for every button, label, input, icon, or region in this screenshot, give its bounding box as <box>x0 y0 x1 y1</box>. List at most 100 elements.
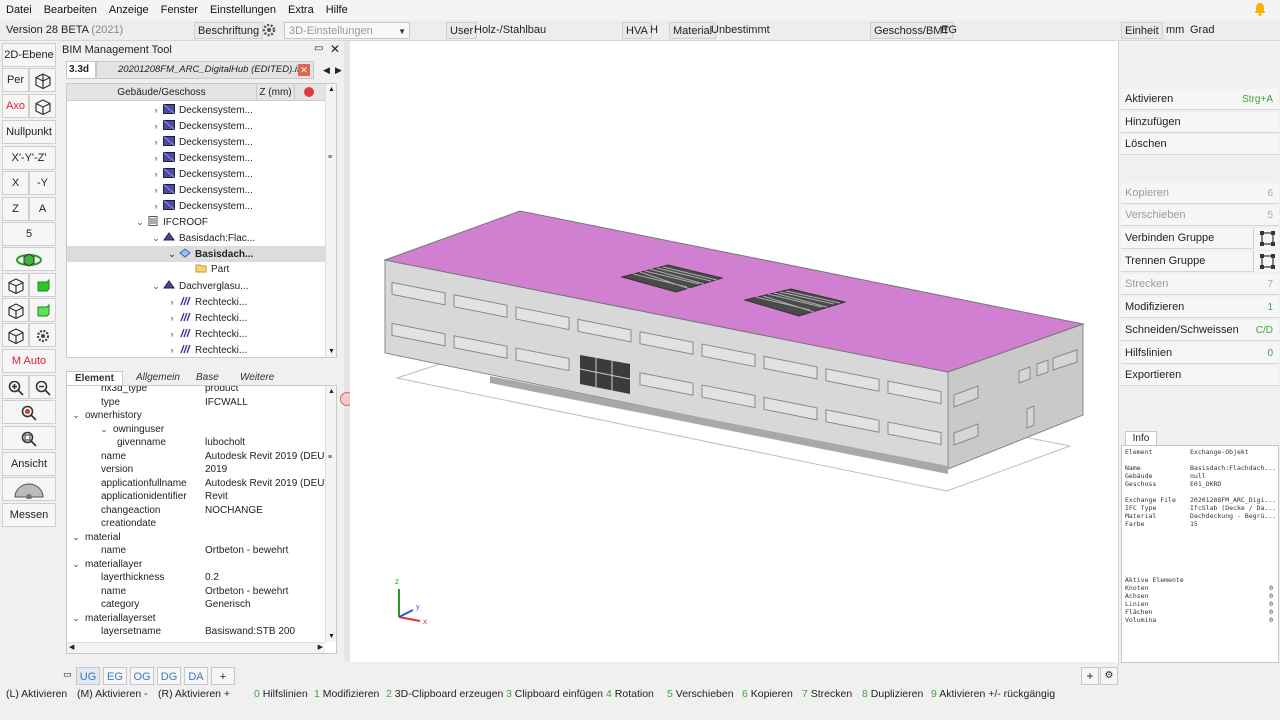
cube-axo-icon[interactable] <box>29 94 56 118</box>
löschen-button[interactable]: Löschen <box>1121 134 1279 155</box>
tree-row[interactable]: › Deckensystem... <box>67 102 253 118</box>
tab-element[interactable]: Element <box>66 371 123 385</box>
material-label[interactable]: Material <box>669 22 717 39</box>
tree-header-name[interactable]: Gebäude/Geschoss <box>67 84 257 101</box>
3d-viewport[interactable]: z y x <box>350 41 1118 662</box>
tree-row[interactable]: ⌄ IFCROOF <box>67 214 208 230</box>
a-view-button[interactable]: A <box>29 197 56 221</box>
tree-row[interactable]: › Deckensystem... <box>67 118 253 134</box>
chevron-down-icon[interactable]: ⌄ <box>151 230 161 246</box>
zoom-reset-icon[interactable] <box>2 400 56 424</box>
tree-row[interactable]: › Deckensystem... <box>67 182 253 198</box>
property-row[interactable]: givenname lubocholt <box>67 436 325 450</box>
zoom-window-icon[interactable] <box>2 426 56 450</box>
add-view-button[interactable]: + <box>1081 667 1099 685</box>
x-view-button[interactable]: X <box>2 171 29 195</box>
chevron-down-icon[interactable]: ⌄ <box>167 246 177 262</box>
neg-y-view-button[interactable]: -Y <box>29 171 56 195</box>
hva-label[interactable]: HVA <box>622 22 652 39</box>
tree-row[interactable]: ⌄ Basisdach... <box>67 246 325 262</box>
user-label[interactable]: User <box>446 22 478 39</box>
chevron-right-icon[interactable]: › <box>151 166 161 182</box>
shaded-cube-icon[interactable] <box>29 298 56 322</box>
file-tab-short[interactable]: 3.3d <box>66 61 96 79</box>
float-window-icon[interactable]: ▭ <box>314 43 323 54</box>
group-icon[interactable] <box>1253 228 1279 249</box>
chevron-right-icon[interactable]: › <box>167 310 177 326</box>
chevron-right-icon[interactable]: › <box>167 326 177 342</box>
close-file-icon[interactable]: ✕ <box>298 64 310 76</box>
wireframe-cube-icon[interactable] <box>2 273 29 297</box>
menu-einstellungen[interactable]: Einstellungen <box>204 4 282 16</box>
property-row[interactable]: hx3d_type product <box>67 386 325 396</box>
storey-tab-ug[interactable]: UG <box>76 667 100 685</box>
menu-extra[interactable]: Extra <box>282 4 320 16</box>
close-icon[interactable]: ✕ <box>330 42 340 56</box>
property-row[interactable]: category Generisch <box>67 598 325 612</box>
tree-header-z[interactable]: Z (mm) <box>257 84 295 101</box>
tab-base[interactable]: Base <box>188 371 227 385</box>
info-tab[interactable]: Info <box>1125 431 1157 445</box>
messen-button[interactable]: Messen <box>2 503 56 527</box>
view-settings-icon[interactable]: ⚙ <box>1100 667 1118 685</box>
chevron-down-icon[interactable]: ⌄ <box>71 558 81 572</box>
tree-row[interactable]: › Rechtecki... <box>67 294 247 310</box>
gear-icon[interactable] <box>259 21 279 38</box>
m-auto-button[interactable]: M Auto <box>2 349 56 373</box>
view-settings-select[interactable]: 3D-Einstellungen ▼ <box>284 22 410 39</box>
property-hscrollbar[interactable]: ◀ ▶ <box>67 642 325 653</box>
z-view-button[interactable]: Z <box>2 197 29 221</box>
property-group[interactable]: ⌄ ownerhistory <box>67 409 325 423</box>
property-group[interactable]: ⌄ materiallayerset <box>67 612 325 626</box>
five-button[interactable]: 5 <box>2 222 56 246</box>
strecken-button[interactable]: Strecken 7 <box>1121 274 1279 295</box>
menu-bearbeiten[interactable]: Bearbeiten <box>38 4 103 16</box>
property-row[interactable]: layerthickness 0.2 <box>67 571 325 585</box>
hinzufügen-button[interactable]: Hinzufügen <box>1121 112 1279 133</box>
float-tab-icon[interactable]: ▭ <box>63 669 72 680</box>
zoom-out-icon[interactable] <box>29 375 56 399</box>
chevron-down-icon[interactable]: ⌄ <box>71 531 81 545</box>
tree-row[interactable]: › Rechtecki... <box>67 326 247 342</box>
tree-row[interactable]: › Deckensystem... <box>67 198 253 214</box>
perspective-button[interactable]: Per <box>2 68 29 92</box>
property-row[interactable]: changeaction NOCHANGE <box>67 504 325 518</box>
beschriftung-button[interactable]: Beschriftung <box>194 22 264 39</box>
add-storey-tab[interactable]: + <box>211 667 235 685</box>
property-row[interactable]: layersetname Basiswand:STB 200 <box>67 625 325 639</box>
property-row[interactable]: creationdate <box>67 517 325 531</box>
property-group[interactable]: ⌄ materiallayer <box>67 558 325 572</box>
exportieren-button[interactable]: Exportieren <box>1121 365 1279 386</box>
axo-button[interactable]: Axo <box>2 94 29 118</box>
chevron-right-icon[interactable]: › <box>167 294 177 310</box>
tree-row[interactable]: › Deckensystem... <box>67 166 253 182</box>
tree-row[interactable]: › Deckensystem... <box>67 150 253 166</box>
tree-scrollbar[interactable]: ▲ ≡ ▼ <box>325 84 336 357</box>
menu-datei[interactable]: Datei <box>0 4 38 16</box>
chevron-right-icon[interactable]: › <box>151 102 161 118</box>
chevron-right-icon[interactable]: › <box>151 198 161 214</box>
group-icon[interactable] <box>1253 251 1279 272</box>
modifizieren-button[interactable]: Modifizieren 1 <box>1121 297 1279 318</box>
file-tab-active[interactable]: 20201208FM_ARC_DigitalHub (EDITED).ifc <box>96 61 314 79</box>
schneiden-schweissen-button[interactable]: Schneiden/Schweissen C/D <box>1121 320 1279 341</box>
storey-tab-eg[interactable]: EG <box>103 667 127 685</box>
tree-header-bug[interactable] <box>295 84 325 101</box>
tab-allgemein[interactable]: Allgemein <box>128 371 188 385</box>
verschieben-button[interactable]: Verschieben 5 <box>1121 205 1279 226</box>
tab-weitere[interactable]: Weitere <box>232 371 282 385</box>
tree-row[interactable]: › Deckensystem... <box>67 134 253 150</box>
xyz-button[interactable]: X'-Y'-Z' <box>2 146 56 170</box>
menu-fenster[interactable]: Fenster <box>155 4 204 16</box>
tab-right-icon[interactable]: ▶ <box>333 61 344 79</box>
render-settings-icon[interactable] <box>29 323 56 347</box>
property-row[interactable]: applicationidentifier Revit <box>67 490 325 504</box>
notification-bell-icon[interactable] <box>1254 2 1266 16</box>
property-row[interactable]: name Autodesk Revit 2019 (DEU) <box>67 450 328 464</box>
storey-tab-dg[interactable]: DG <box>157 667 181 685</box>
chevron-right-icon[interactable]: › <box>151 150 161 166</box>
property-row[interactable]: applicationfullname Autodesk Revit 2019 (… <box>67 477 328 491</box>
chevron-down-icon[interactable]: ⌄ <box>135 214 145 230</box>
rotate-view-icon[interactable] <box>2 247 56 271</box>
tree-row[interactable]: Part <box>67 262 229 278</box>
